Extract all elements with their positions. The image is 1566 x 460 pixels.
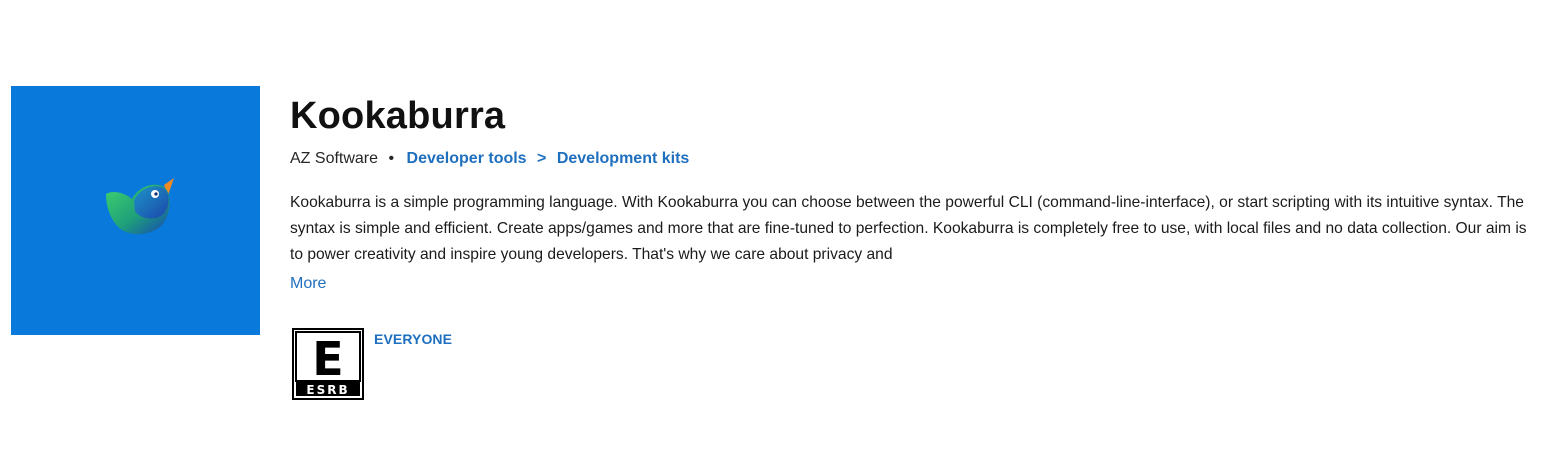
more-link[interactable]: More — [290, 272, 326, 296]
category-link-developer-tools[interactable]: Developer tools — [407, 150, 527, 167]
esrb-e-rating-icon[interactable]: E ESRB — [292, 328, 364, 400]
breadcrumb-separator: > — [537, 150, 547, 167]
separator-dot: • — [388, 150, 395, 167]
app-title: Kookaburra — [290, 95, 506, 137]
esrb-text: ESRB — [306, 383, 349, 397]
kookaburra-bird-icon — [106, 178, 174, 235]
rating-label[interactable]: EVERYONE — [374, 331, 452, 347]
app-meta: AZ Software • Developer tools > Developm… — [290, 148, 1540, 170]
app-description: Kookaburra is a simple programming langu… — [290, 194, 1527, 263]
esrb-letter: E — [312, 332, 343, 386]
app-icon-tile — [11, 86, 260, 335]
category-link-development-kits[interactable]: Development kits — [557, 150, 689, 167]
app-info: Kookaburra AZ Software • Developer tools… — [290, 90, 1540, 296]
app-store-listing: Kookaburra AZ Software • Developer tools… — [0, 0, 1566, 460]
publisher-name: AZ Software — [290, 150, 379, 167]
